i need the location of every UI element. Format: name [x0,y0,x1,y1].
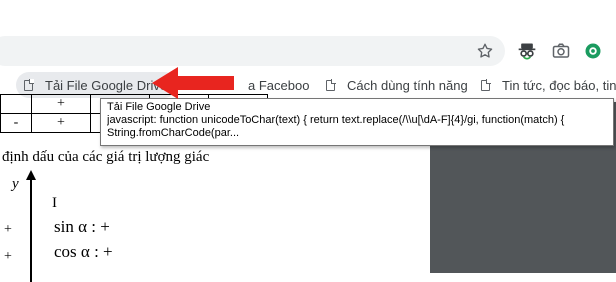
y-axis [30,172,32,282]
y-axis-label: y [12,176,19,192]
tooltip-url-line2: String.fromCharCode(par... [107,127,240,139]
incognito-icon[interactable] [516,40,538,62]
bookmark-label: Tải File Google Drive [45,77,168,93]
page-icon [326,78,336,91]
bookmark-tin-tuc[interactable]: Tin tức, đọc báo, tin m [481,72,616,98]
left-plus-sign: + [4,222,12,237]
table-cell: + [31,113,91,133]
address-bar[interactable] [0,36,505,66]
star-icon[interactable] [474,40,496,62]
page-icon [481,78,491,91]
quadrant-label: I [52,195,57,211]
bookmark-label: Cách dùng tính năng [347,77,468,93]
tooltip-url-line1: javascript: function unicodeToChar(text)… [107,114,565,126]
browser-toolbar [0,0,616,66]
sin-sign: sin α : + [54,217,110,236]
bookmark-label: Tin tức, đọc báo, tin m [502,77,616,93]
doc-heading: định dấu của các giá trị lượng giác [2,149,210,165]
bookmark-tinh-nang[interactable]: Cách dùng tính năng [326,72,468,98]
bookmark-tooltip: Tải File Google Drive javascript: functi… [100,98,614,146]
table-cell [0,94,32,114]
left-plus-sign-2: + [4,249,12,264]
table-cell: + [31,94,91,114]
extension-icon[interactable] [582,40,604,62]
bookmark-label: a Faceboo [248,77,310,93]
page-icon [24,78,34,91]
red-arrow-icon [152,67,234,99]
camera-icon[interactable] [550,40,572,62]
tooltip-title: Tải File Google Drive [107,101,211,113]
cos-sign: cos α : + [54,242,113,261]
table-cell: - [0,113,32,133]
